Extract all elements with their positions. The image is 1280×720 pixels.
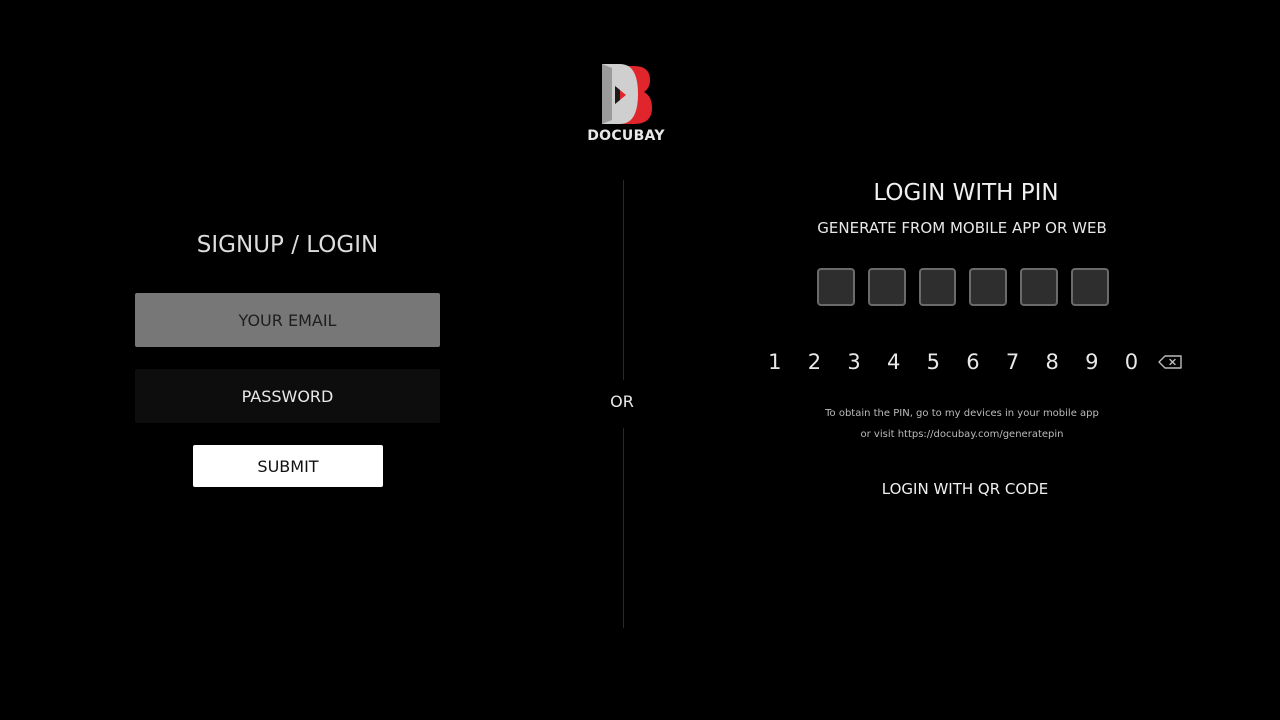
backspace-key[interactable] (1155, 354, 1185, 370)
backspace-icon (1158, 355, 1182, 369)
key-1[interactable]: 1 (755, 350, 795, 374)
pin-subtitle: GENERATE FROM MOBILE APP OR WEB (817, 219, 1107, 237)
divider-line-top (623, 180, 624, 380)
pin-digit-box[interactable] (1071, 268, 1109, 306)
key-8[interactable]: 8 (1032, 350, 1072, 374)
password-field[interactable]: PASSWORD (135, 369, 440, 423)
login-with-qr-code-link[interactable]: LOGIN WITH QR CODE (760, 480, 1170, 498)
submit-button[interactable]: SUBMIT (193, 445, 383, 487)
signup-login-title: SIGNUP / LOGIN (196, 232, 379, 258)
brand-name: DOCUBAY (587, 128, 665, 144)
key-4[interactable]: 4 (874, 350, 914, 374)
pin-hint-line-1: To obtain the PIN, go to my devices in y… (825, 408, 1099, 419)
pin-input-group (817, 268, 1109, 306)
email-field[interactable]: YOUR EMAIL (135, 293, 440, 347)
or-separator: OR (610, 392, 634, 411)
pin-digit-box[interactable] (969, 268, 1008, 306)
key-7[interactable]: 7 (993, 350, 1033, 374)
numeric-keypad: 1 2 3 4 5 6 7 8 9 0 (755, 346, 1185, 378)
key-2[interactable]: 2 (795, 350, 835, 374)
key-9[interactable]: 9 (1072, 350, 1112, 374)
pin-digit-box[interactable] (918, 268, 957, 306)
pin-digit-box[interactable] (867, 268, 906, 306)
pin-hint-line-2: or visit https://docubay.com/generatepin (860, 429, 1064, 440)
key-6[interactable]: 6 (953, 350, 993, 374)
login-screen: DOCUBAY SIGNUP / LOGIN YOUR EMAIL PASSWO… (0, 0, 1280, 720)
key-3[interactable]: 3 (834, 350, 874, 374)
key-5[interactable]: 5 (914, 350, 954, 374)
docubay-logo-icon (602, 64, 652, 124)
pin-digit-box[interactable] (1020, 268, 1059, 306)
docubay-logo: DOCUBAY (580, 62, 672, 148)
pin-digit-box[interactable] (817, 268, 855, 306)
key-0[interactable]: 0 (1112, 350, 1152, 374)
login-with-pin-title: LOGIN WITH PIN (873, 180, 1059, 206)
divider-line-bottom (623, 428, 624, 628)
